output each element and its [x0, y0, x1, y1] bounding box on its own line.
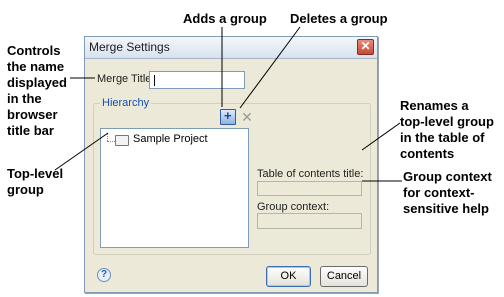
leader-deletes-group	[239, 26, 301, 109]
leader-toc-title	[361, 122, 401, 151]
leader-lines	[54, 26, 402, 182]
leader-top-level-group	[54, 132, 109, 171]
